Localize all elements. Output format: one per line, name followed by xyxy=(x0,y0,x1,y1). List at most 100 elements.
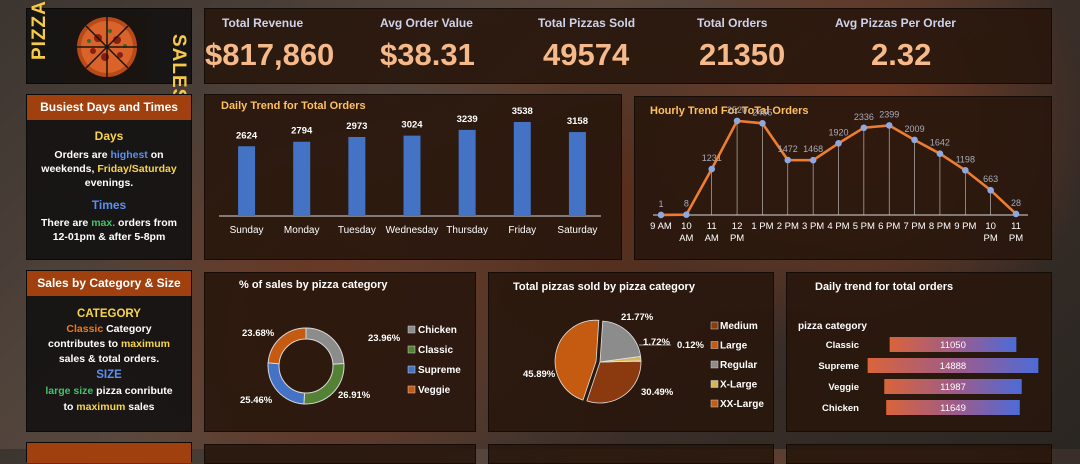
category-line-2: contributes to maximum xyxy=(48,338,170,350)
x-tick-label: 12 xyxy=(732,221,743,232)
bar xyxy=(293,141,311,216)
x-tick-label: Monday xyxy=(284,225,320,236)
x-tick-label: Wednesday xyxy=(386,225,439,236)
data-point xyxy=(911,136,918,144)
x-tick-label: 6 PM xyxy=(878,221,900,232)
category-size-panel: Sales by Category & Size CATEGORY Classi… xyxy=(26,270,192,432)
data-point xyxy=(860,124,868,132)
kpi-label-avg-pizzas: Avg Pizzas Per Order xyxy=(835,16,956,30)
data-label: 2520 xyxy=(727,105,747,115)
x-tick-label: Sunday xyxy=(230,225,264,236)
daily-trend-panel: Daily Trend for Total Orders 2624 Sunday 2… xyxy=(204,94,622,260)
legend-label: Supreme xyxy=(418,365,461,376)
x-tick-label: 9 AM xyxy=(650,221,672,232)
data-label: 2794 xyxy=(291,126,313,137)
data-point xyxy=(987,186,994,194)
days-line-3: evenings. xyxy=(84,177,134,189)
data-label: 1642 xyxy=(930,138,950,148)
pie-slice xyxy=(599,320,642,363)
category-orders-chart: pizza category 11050 Classic 14888 Supreme 11… xyxy=(798,321,1039,415)
kpi-value-revenue: $817,860 xyxy=(205,37,335,72)
kpi-value-avg-order: $38.31 xyxy=(380,37,475,72)
data-label: 1468 xyxy=(803,144,823,154)
kpi-value-avg-pizzas: 2.32 xyxy=(871,37,932,72)
data-point xyxy=(835,139,842,147)
data-label: 25.46% xyxy=(240,395,273,406)
bottom-panel-3 xyxy=(786,444,1052,464)
legend-swatch xyxy=(710,321,719,330)
category-line-1: Classic Category xyxy=(66,323,152,335)
legend-label: Chicken xyxy=(418,325,457,336)
data-label: 2336 xyxy=(854,112,874,122)
bottom-side-panel xyxy=(26,442,192,463)
data-label: 1 xyxy=(658,199,663,209)
logo-left-text: PIZZA xyxy=(29,0,50,60)
times-heading: Times xyxy=(91,198,127,212)
data-label: 1198 xyxy=(956,154,975,164)
kpi-value-pizzas-sold: 49574 xyxy=(543,37,630,72)
x-tick-label: Tuesday xyxy=(338,225,376,236)
x-tick-label: Friday xyxy=(508,225,536,236)
pct-category-panel: % of sales by pizza category 23.96% 26.91… xyxy=(204,272,476,432)
y-tick-label: Veggie xyxy=(828,382,859,393)
data-label: 663 xyxy=(983,174,998,184)
daily-trend-chart: 2624 Sunday 2794 Monday 2973 Tuesday 3024 Wedne… xyxy=(219,106,601,236)
legend-swatch xyxy=(407,325,416,334)
data-label: 23.96% xyxy=(368,333,401,344)
bar xyxy=(568,132,586,216)
data-label: 8 xyxy=(684,199,689,209)
y-tick-label: Classic xyxy=(826,340,859,351)
kpi-panel: Total Revenue $817,860 Avg Order Value $… xyxy=(204,8,1052,84)
busiest-title: Busiest Days and Times xyxy=(27,95,191,120)
data-label: 1920 xyxy=(828,127,848,137)
data-label: 2399 xyxy=(879,109,899,119)
x-tick-label: AM xyxy=(679,233,693,244)
logo-panel: PIZZA SALES xyxy=(26,0,192,102)
bar xyxy=(238,146,256,216)
x-tick-label: 10 xyxy=(985,221,996,232)
data-label: 2973 xyxy=(346,121,367,132)
size-pie-panel: Total pizzas sold by pizza category 30.4… xyxy=(488,272,774,432)
x-tick-label: PM xyxy=(730,233,744,244)
x-tick-label: 4 PM xyxy=(827,221,849,232)
category-heading: CATEGORY xyxy=(77,308,141,320)
data-point xyxy=(936,150,944,157)
data-label: 30.49% xyxy=(641,387,674,398)
x-tick-label: 11 xyxy=(707,221,717,232)
pct-category-chart: 23.96% 26.91% 25.46% 23.68% Chicken Classic Su… xyxy=(240,325,461,406)
x-tick-label: PM xyxy=(984,233,998,244)
x-tick-label: 2 PM xyxy=(777,221,799,232)
x-tick-label: 10 xyxy=(681,221,692,232)
bar xyxy=(403,135,421,216)
pizza-image xyxy=(65,13,149,81)
donut-slice xyxy=(305,327,345,365)
size-heading: SIZE xyxy=(96,369,122,381)
size-line-1: large size pizza conribute xyxy=(45,385,173,397)
bottom-panel-2 xyxy=(488,444,774,464)
donut-slice xyxy=(267,362,306,405)
kpi-value-total-orders: 21350 xyxy=(699,37,786,72)
legend-label: Regular xyxy=(720,360,757,371)
data-label: 21.77% xyxy=(621,312,654,323)
hourly-trend-panel: Hourly Trend For ToTal Orders 19 AM 8 10 AM… xyxy=(634,96,1052,260)
data-label: 1472 xyxy=(778,144,798,154)
x-tick-label: Saturday xyxy=(557,225,597,236)
x-tick-label: 1 PM xyxy=(751,221,773,232)
legend-label: Veggie xyxy=(418,385,451,396)
legend-swatch xyxy=(710,380,719,388)
data-label: 1.72% xyxy=(643,337,670,348)
data-label: 3158 xyxy=(567,116,588,127)
legend-label: Medium xyxy=(720,321,758,332)
data-label: 23.68% xyxy=(242,328,275,339)
legend-swatch xyxy=(710,399,719,408)
kpi-label-revenue: Total Revenue xyxy=(222,16,304,30)
category-line-3: sales & total orders. xyxy=(58,353,160,365)
data-point xyxy=(708,165,716,173)
bar xyxy=(348,136,366,216)
busiest-panel: Busiest Days and Times Days Orders are h… xyxy=(26,94,192,260)
days-line-1: Orders are highest on xyxy=(54,149,164,161)
legend-swatch xyxy=(407,385,416,394)
legend-swatch xyxy=(407,365,416,374)
legend-label: X-Large xyxy=(720,380,758,391)
legend-label: Large xyxy=(720,341,748,352)
